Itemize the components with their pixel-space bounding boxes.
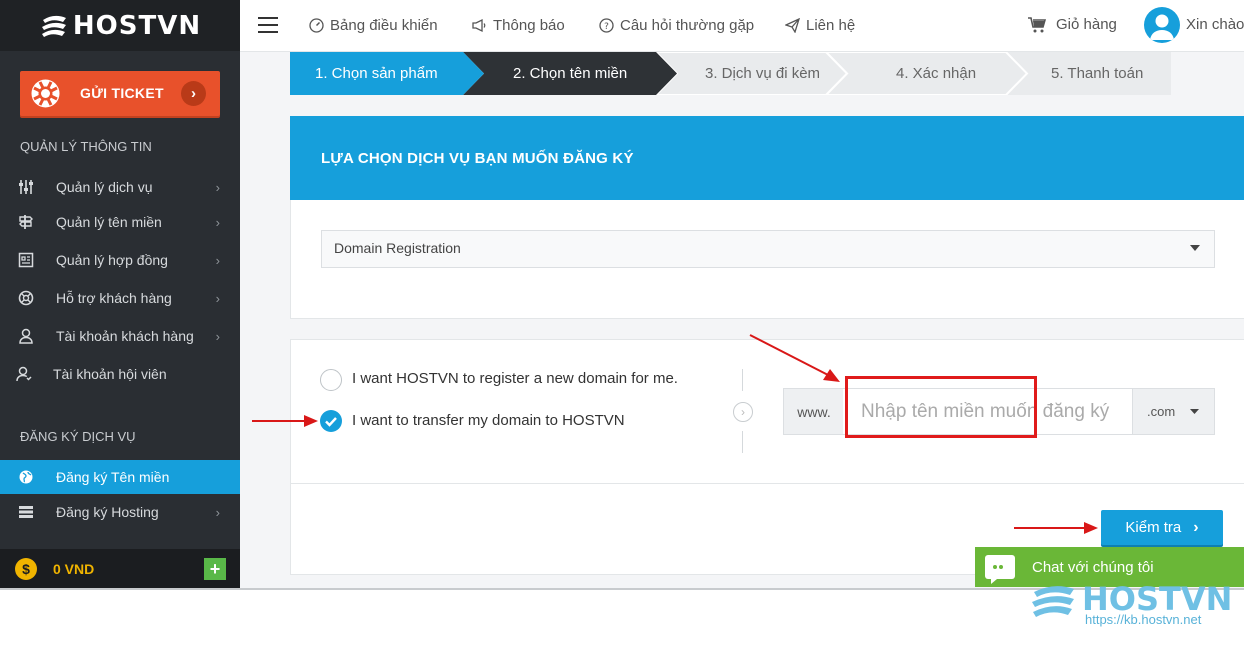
watermark-logo-icon xyxy=(1032,586,1074,617)
sidebar-item-contracts[interactable]: Quản lý hợp đồng › xyxy=(0,242,240,278)
separator-line xyxy=(742,369,743,391)
contract-icon xyxy=(18,252,34,268)
sidebar-item-label: Quản lý dịch vụ xyxy=(56,179,153,195)
annotation-highlight-box xyxy=(845,376,1037,438)
megaphone-icon xyxy=(472,18,487,33)
sidebar-item-label: Tài khoản khách hàng xyxy=(56,328,194,344)
checkmark-icon xyxy=(325,417,337,427)
sidebar-item-domains[interactable]: Quản lý tên miền › xyxy=(0,204,240,240)
step-3[interactable]: 3. Dịch vụ đi kèm xyxy=(705,52,820,95)
check-button-label: Kiểm tra xyxy=(1125,519,1182,536)
user-icon xyxy=(18,328,34,344)
nav-dashboard-label: Bảng điều khiển xyxy=(330,17,438,34)
chat-bubble-icon xyxy=(985,555,1015,584)
section-title-register: ĐĂNG KÝ DỊCH VỤ xyxy=(20,429,136,444)
sidebar-item-customer-account[interactable]: Tài khoản khách hàng › xyxy=(0,318,240,354)
user-greeting[interactable]: Xin chào, xyxy=(1186,16,1244,33)
caret-down-icon xyxy=(1190,409,1199,414)
chevron-right-icon: › xyxy=(215,179,220,195)
sidebar-item-label: Đăng ký Hosting xyxy=(56,504,159,520)
menu-toggle-icon[interactable] xyxy=(258,17,278,33)
tld-select[interactable]: .com xyxy=(1132,388,1215,435)
nav-notifications[interactable]: Thông báo xyxy=(472,17,565,34)
sidebar-item-label: Quản lý tên miền xyxy=(56,214,162,230)
chevron-right-icon: › xyxy=(215,214,220,230)
chevron-right-icon: › xyxy=(215,252,220,268)
radio-register-new[interactable] xyxy=(320,369,342,391)
cart-icon xyxy=(1028,16,1046,33)
lifebuoy-icon xyxy=(31,79,60,108)
send-ticket-label: GỬI TICKET xyxy=(80,85,164,101)
sidebar-item-label: Tài khoản hội viên xyxy=(53,366,167,382)
chevron-right-icon: › xyxy=(181,81,206,106)
gauge-icon xyxy=(309,18,324,33)
member-icon xyxy=(16,366,32,382)
section-title: LỰA CHỌN DỊCH VỤ BẠN MUỐN ĐĂNG KÝ xyxy=(321,150,634,167)
logo[interactable]: HOSTVN xyxy=(0,0,240,51)
balance-bar: $ 0 VND + xyxy=(0,549,240,588)
radio-transfer[interactable] xyxy=(320,410,342,432)
radio-register-new-label[interactable]: I want HOSTVN to register a new domain f… xyxy=(352,370,678,387)
question-icon: ? xyxy=(599,18,614,33)
avatar[interactable] xyxy=(1144,7,1180,43)
watermark-url: https://kb.hostvn.net xyxy=(1085,612,1202,627)
nav-contact[interactable]: Liên hệ xyxy=(785,17,855,34)
sidebar-item-register-domain[interactable]: Đăng ký Tên miền xyxy=(0,460,240,494)
divider xyxy=(291,483,1244,484)
chevron-right-icon: › xyxy=(215,290,220,306)
check-button[interactable]: Kiểm tra › xyxy=(1101,510,1223,545)
www-prefix: www. xyxy=(783,388,845,435)
step-4[interactable]: 4. Xác nhận xyxy=(896,52,976,95)
service-select-value: Domain Registration xyxy=(334,240,461,256)
nav-contact-label: Liên hệ xyxy=(806,17,856,34)
step-5[interactable]: 5. Thanh toán xyxy=(1051,52,1143,95)
tld-value: .com xyxy=(1147,404,1176,419)
sliders-icon xyxy=(18,179,34,195)
step-1[interactable]: 1. Chọn sản phẩm xyxy=(315,52,438,95)
topbar: Bảng điều khiển Thông báo ? Câu hỏi thườ… xyxy=(240,0,1244,52)
logo-text: HOSTVN xyxy=(72,10,202,41)
caret-down-icon xyxy=(1190,245,1200,251)
chevron-right-icon: › xyxy=(215,504,220,520)
send-ticket-button[interactable]: GỬI TICKET › xyxy=(20,71,220,116)
sidebar-item-register-hosting[interactable]: Đăng ký Hosting › xyxy=(0,494,240,530)
globe-icon xyxy=(18,469,34,485)
balance-amount: 0 VND xyxy=(53,560,95,577)
step-2[interactable]: 2. Chọn tên miền xyxy=(513,52,627,95)
paper-plane-icon xyxy=(785,18,800,33)
sidebar-item-label: Quản lý hợp đồng xyxy=(56,252,168,268)
sidebar-item-label: Đăng ký Tên miền xyxy=(56,469,170,485)
coin-icon: $ xyxy=(15,557,37,580)
signpost-icon xyxy=(18,214,34,230)
lifebuoy-icon xyxy=(18,290,34,306)
sidebar-item-services[interactable]: Quản lý dịch vụ › xyxy=(0,169,240,205)
nav-dashboard[interactable]: Bảng điều khiển xyxy=(309,17,438,34)
add-funds-button[interactable]: + xyxy=(204,558,226,580)
section-title-info: QUẢN LÝ THÔNG TIN xyxy=(20,139,152,154)
nav-cart[interactable]: Giỏ hàng xyxy=(1028,16,1117,33)
separator-line xyxy=(742,431,743,453)
nav-cart-label: Giỏ hàng xyxy=(1056,16,1117,33)
nav-notifications-label: Thông báo xyxy=(493,17,565,34)
chevron-right-icon: › xyxy=(215,328,220,344)
nav-faq[interactable]: ? Câu hỏi thường gặp xyxy=(599,17,754,34)
sidebar-item-label: Hỗ trợ khách hàng xyxy=(56,290,172,306)
sidebar-item-member-account[interactable]: Tài khoản hội viên xyxy=(0,356,240,392)
chevron-right-icon: › xyxy=(733,402,753,422)
user-avatar-icon xyxy=(1150,14,1174,40)
svg-text:?: ? xyxy=(604,22,609,32)
logo-icon xyxy=(41,15,66,37)
chat-label: Chat với chúng tôi xyxy=(1032,558,1154,576)
chevron-right-icon: › xyxy=(1193,518,1199,536)
nav-faq-label: Câu hỏi thường gặp xyxy=(620,17,755,34)
sidebar-item-support[interactable]: Hỗ trợ khách hàng › xyxy=(0,280,240,316)
server-icon xyxy=(18,504,34,520)
radio-transfer-label[interactable]: I want to transfer my domain to HOSTVN xyxy=(352,412,625,429)
